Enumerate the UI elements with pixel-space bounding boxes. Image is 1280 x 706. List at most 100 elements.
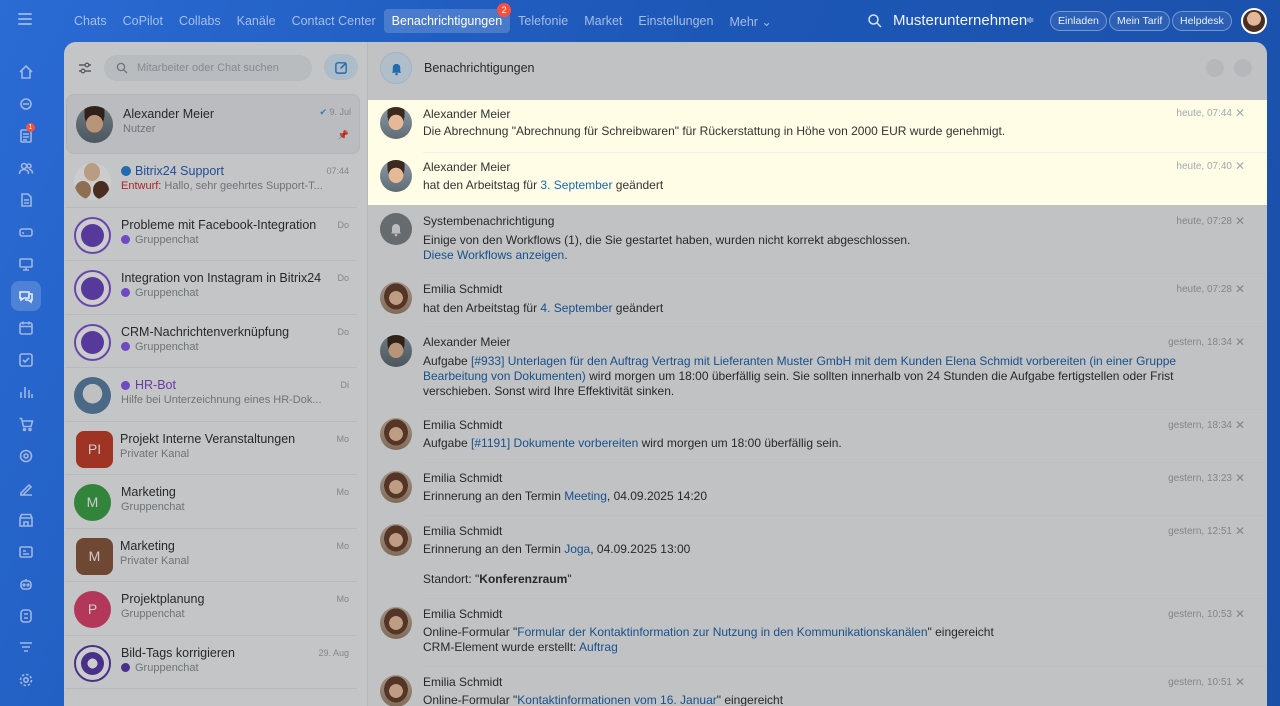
chat-item[interactable]: M Marketing Gruppenchat Mo [65,475,357,529]
messenger-icon[interactable] [11,281,41,311]
group-chat-icon [121,288,130,297]
chat-subtitle: Gruppenchat [121,287,199,299]
chat-subtitle-text: Gruppenchat [135,661,199,674]
user-avatar[interactable] [1241,8,1267,34]
menu-icon[interactable] [18,13,32,25]
close-icon[interactable]: ✕ [1235,159,1245,173]
chat-list-header: Mitarbeiter oder Chat suchen [64,42,367,94]
notification-time: heute, 07:44 [1176,108,1232,119]
automation-icon[interactable] [16,606,36,626]
chat-item[interactable]: CRM-Nachrichtenverknüpfung Gruppenchat D… [65,315,357,368]
store-icon[interactable] [16,510,36,530]
filter-settings-icon[interactable] [77,60,93,76]
chat-item[interactable]: PI Projekt Interne Veranstaltungen Priva… [65,422,357,475]
notification-author: Alexander Meier [423,160,511,174]
chat-date: Mo [336,594,349,604]
feed-icon[interactable]: 1 [16,123,36,146]
nav-collabs[interactable]: Collabs [171,9,229,33]
nav-telefonie[interactable]: Telefonie [510,9,576,33]
search-icon[interactable] [867,13,883,29]
home-icon[interactable] [16,62,36,82]
crm-analytics-icon[interactable] [16,382,36,402]
chat-search-input[interactable]: Mitarbeiter oder Chat suchen [104,55,312,81]
bot-icon[interactable] [16,574,36,594]
dim-overlay-top [368,94,1267,100]
shop-cart-icon[interactable] [16,414,36,434]
chat-subtitle: Gruppenchat [121,662,199,674]
chat-list-panel: Mitarbeiter oder Chat suchen Alexander M… [64,42,368,706]
avatar [380,107,412,139]
draft-label: Entwurf: [121,180,162,192]
chat-date: Mo [336,487,349,497]
chat-item[interactable]: HR-Bot Hilfe bei Unterzeichnung eines HR… [65,368,357,422]
filter-funnel-icon[interactable] [16,638,36,658]
read-check-icon: ✔ [319,107,330,117]
left-rail: 1 [0,42,52,706]
support-icon [121,166,131,176]
notification-author: Alexander Meier [423,107,511,121]
new-chat-button[interactable] [324,54,358,80]
chat-date: Mo [336,433,349,444]
chat-subtitle-text: Gruppenchat [135,287,199,299]
search-icon [116,62,128,74]
sign-icon[interactable] [16,478,36,498]
compose-icon [334,61,347,74]
chat-item[interactable]: M Marketing Privater Kanal Mo [65,529,357,582]
chat-item[interactable]: Bitrix24 Support Entwurf: Hallo, sehr ge… [65,154,357,208]
chat-name: CRM-Nachrichtenverknüpfung [121,324,290,339]
company-settings-icon[interactable]: ≑ [1026,15,1038,27]
nav-kanaele[interactable]: Kanäle [229,9,284,33]
settings-gear-icon[interactable] [16,670,36,690]
notification-item[interactable]: Alexander Meier hat den Arbeitstag für 3… [368,153,1267,206]
notification-item[interactable]: Alexander Meier Die Abrechnung "Abrechnu… [368,100,1267,153]
nav-copilot[interactable]: CoPilot [115,9,171,33]
team-icon[interactable] [16,158,36,178]
nav-notifications[interactable]: Benachrichtigungen 2 [383,3,512,33]
copilot-icon[interactable] [16,94,36,114]
chat-name: Probleme mit Facebook-Integration [121,217,317,232]
chat-item[interactable]: Bild-Tags korrigieren Gruppenchat 29. Au… [65,636,357,689]
chat-name: Integration von Instagram in Bitrix24 [121,271,322,285]
avatar [380,160,412,192]
chat-subtitle: Gruppenchat [121,341,199,353]
tasks-icon[interactable] [16,350,36,370]
chat-subtitle-text: Gruppenchat [135,340,199,353]
presentation-icon[interactable] [16,254,36,274]
bot-avatar [74,377,111,414]
chat-date: ✔ 9. Jul [319,107,351,118]
chat-item[interactable]: P Projektplanung Gruppenchat Mo [65,582,357,636]
documents-icon[interactable] [16,190,36,210]
sites-icon[interactable] [16,542,36,562]
chat-subtitle: Gruppenchat [121,608,185,620]
pin-icon: 📌 [337,130,349,140]
notification-text: Die Abrechnung "Abrechnung für Schreibwa… [423,124,1006,138]
calendar-icon[interactable] [16,318,36,338]
helpdesk-button[interactable]: Helpdesk [1172,11,1232,31]
invite-button[interactable]: Einladen [1050,11,1107,31]
nav-more[interactable]: Mehr ⌄ [721,9,779,34]
nav-settings[interactable]: Einstellungen [630,9,721,33]
chat-date: Di [340,380,350,390]
notifications-count-badge: 2 [497,3,512,17]
chat-item[interactable]: Alexander Meier Nutzer ✔ 9. Jul 📌 [66,94,360,154]
marketing-icon[interactable] [16,446,36,466]
dim-overlay-bottom [368,205,1267,706]
company-name[interactable]: Musterunternehmen [893,12,1027,29]
chat-item[interactable]: Probleme mit Facebook-Integration Gruppe… [65,208,357,261]
notification-link[interactable]: 3. September [540,178,612,192]
my-plan-button[interactable]: Mein Tarif [1109,11,1171,31]
draft-text: Hallo, sehr geehrtes Support-T... [161,180,323,192]
chat-name-text: Bitrix24 Support [135,164,224,178]
top-navigation: Chats CoPilot Collabs Kanäle Contact Cen… [66,3,780,34]
drive-icon[interactable] [16,222,36,242]
chat-name: Alexander Meier [123,107,215,121]
notification-text: hat den Arbeitstag für 3. September geän… [423,178,663,193]
avatar [74,163,111,200]
nav-market[interactable]: Market [576,9,630,33]
nav-chats[interactable]: Chats [66,9,115,33]
avatar [76,106,113,143]
nav-contact-center[interactable]: Contact Center [284,9,384,33]
close-icon[interactable]: ✕ [1235,106,1245,120]
chat-item[interactable]: Integration von Instagram in Bitrix24 Gr… [65,261,357,315]
chat-subtitle: Privater Kanal [120,554,190,567]
